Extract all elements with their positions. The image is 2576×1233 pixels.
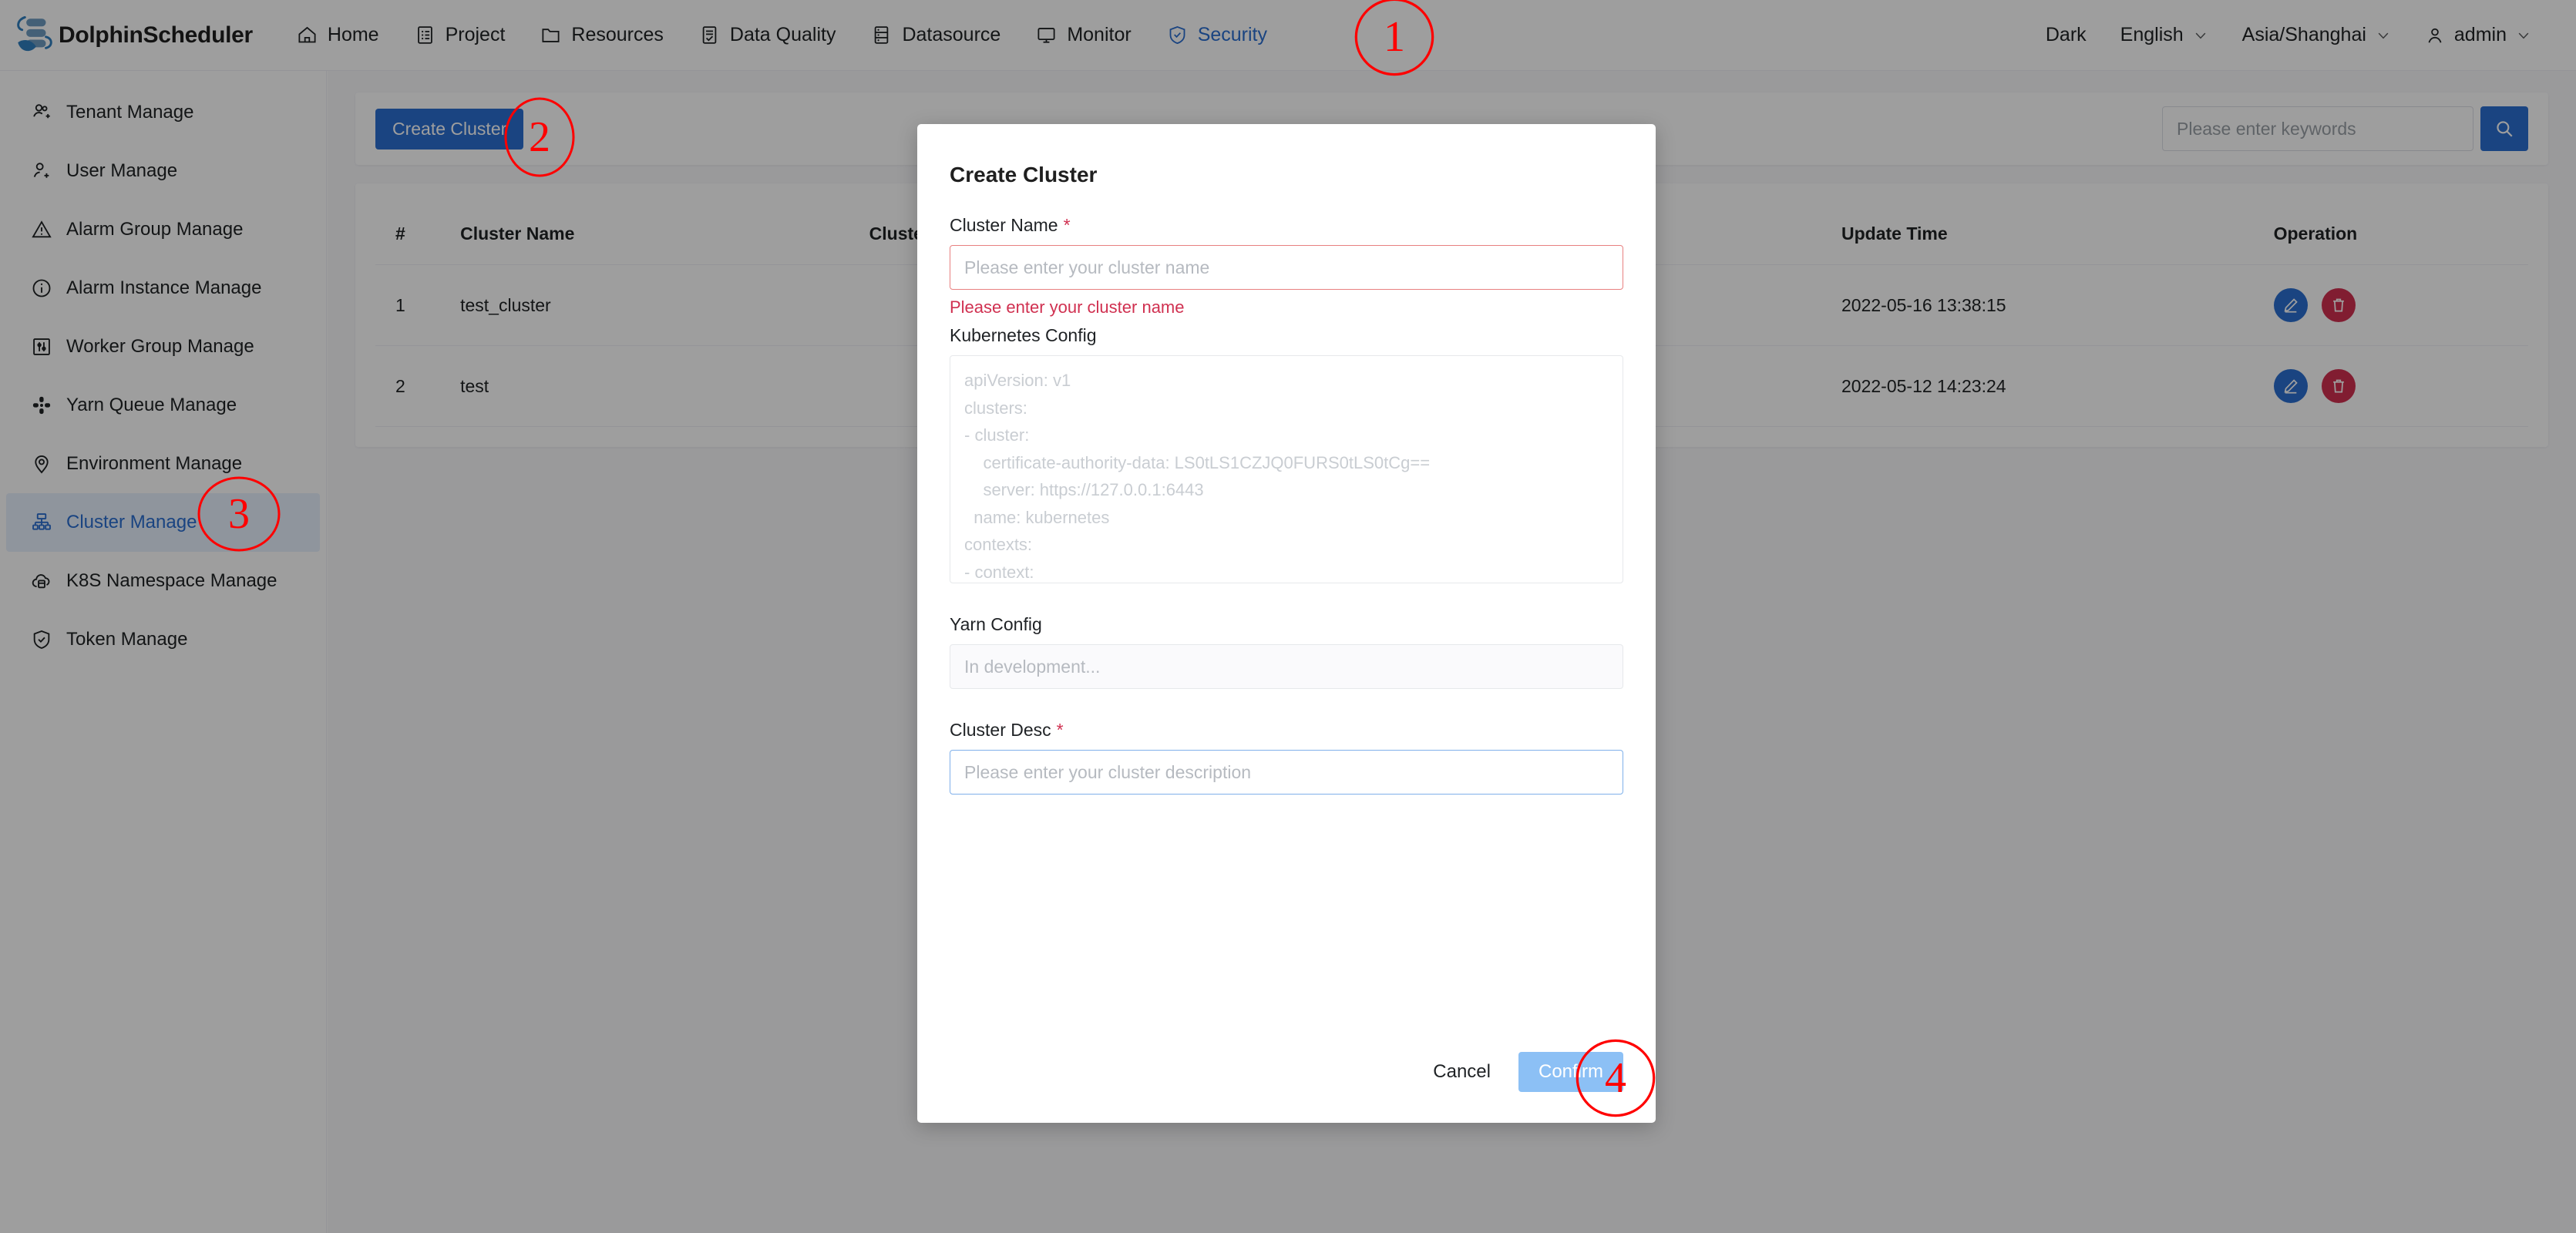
label-text-cluster-name: Cluster Name	[950, 215, 1058, 235]
yarn-config-input[interactable]	[950, 644, 1623, 689]
field-cluster-desc: Cluster Desc *	[950, 720, 1623, 795]
label-text-cluster-desc: Cluster Desc	[950, 720, 1051, 740]
field-cluster-name: Cluster Name * Please enter your cluster…	[950, 215, 1623, 317]
kubernetes-config-textarea[interactable]: apiVersion: v1 clusters: - cluster: cert…	[950, 355, 1623, 583]
kubernetes-config-placeholder: apiVersion: v1 clusters: - cluster: cert…	[964, 371, 1431, 582]
label-yarn-config: Yarn Config	[950, 614, 1623, 635]
cancel-button[interactable]: Cancel	[1416, 1052, 1508, 1092]
label-cluster-name: Cluster Name *	[950, 215, 1623, 236]
label-cluster-desc: Cluster Desc *	[950, 720, 1623, 741]
required-marker: *	[1056, 720, 1064, 740]
cluster-desc-input[interactable]	[950, 750, 1623, 795]
field-yarn-config: Yarn Config	[950, 614, 1623, 689]
cluster-name-input[interactable]	[950, 245, 1623, 290]
label-text-kubernetes-config: Kubernetes Config	[950, 325, 1097, 345]
cluster-name-error-message: Please enter your cluster name	[950, 297, 1185, 317]
app-root: DolphinScheduler Home Project Resources …	[0, 0, 2576, 1233]
modal-footer: Cancel Confirm	[950, 1021, 1623, 1123]
required-marker: *	[1063, 215, 1071, 235]
label-text-yarn-config: Yarn Config	[950, 614, 1042, 634]
field-kubernetes-config: Kubernetes Config apiVersion: v1 cluster…	[950, 325, 1623, 583]
label-kubernetes-config: Kubernetes Config	[950, 325, 1623, 346]
create-cluster-modal: Create Cluster Cluster Name * Please ent…	[917, 124, 1656, 1123]
confirm-button[interactable]: Confirm	[1518, 1052, 1623, 1092]
modal-title: Create Cluster	[950, 163, 1098, 186]
